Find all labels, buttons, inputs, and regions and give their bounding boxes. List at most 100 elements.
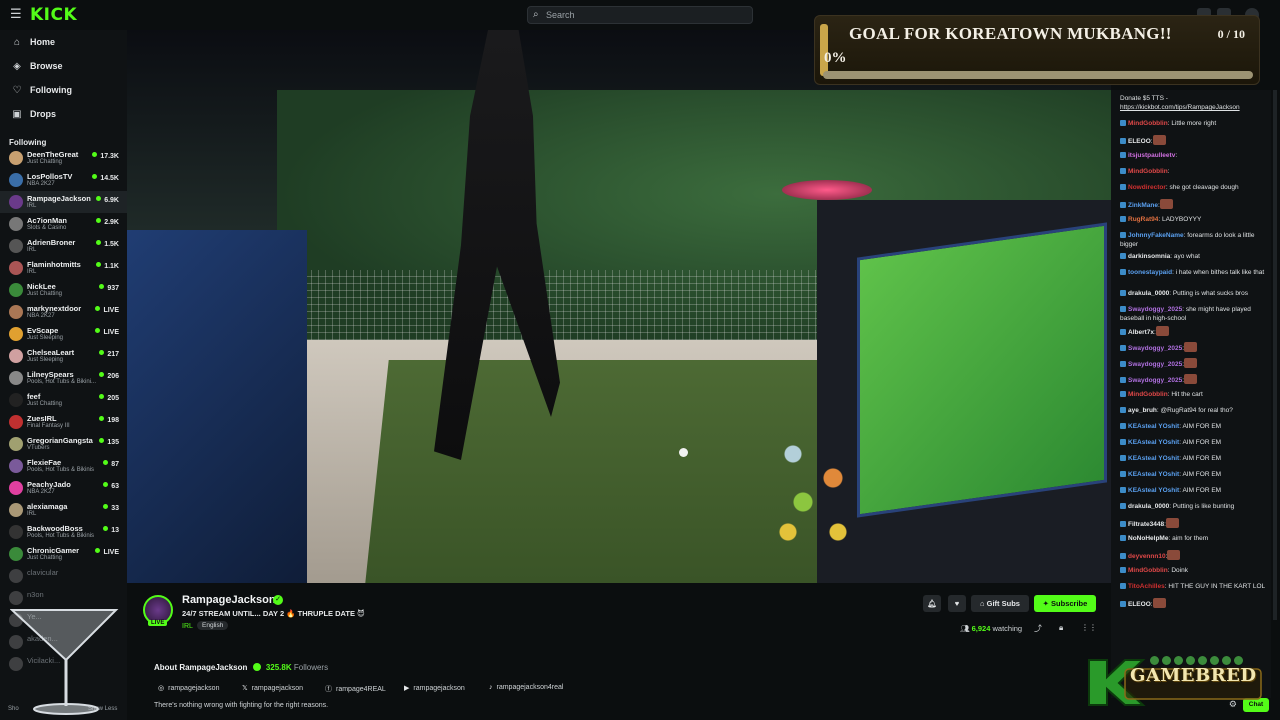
language-tag[interactable]: English: [197, 621, 229, 630]
chat-username[interactable]: TitoAchilles: [1128, 583, 1165, 590]
social-x[interactable]: 𝕏rampagejackson: [242, 684, 303, 692]
sidebar-channel-item[interactable]: markynextdoor NBA 2K27 LIVE: [0, 301, 127, 323]
chat-username[interactable]: deyvennn10: [1128, 553, 1166, 560]
chat-username[interactable]: ELEOO: [1128, 601, 1151, 608]
chat-username[interactable]: Swaydoggy_2025: [1128, 377, 1182, 384]
chat-username[interactable]: Nowdirector: [1128, 184, 1166, 191]
chat-username[interactable]: NoNoHelpMe: [1128, 535, 1168, 542]
chat-username[interactable]: Swaydoggy_2025: [1128, 306, 1182, 313]
channel-name[interactable]: RampageJackson: [182, 594, 276, 606]
about-prefix: About: [154, 663, 180, 672]
sidebar-channel-item[interactable]: AdrienBroner IRL 1.5K: [0, 235, 127, 257]
social-instagram[interactable]: ◎ rampagejackson: [158, 684, 219, 692]
social-tiktok[interactable]: ♪ rampagejackson4real: [489, 684, 563, 691]
chat-username[interactable]: KEAsteal YOshit: [1128, 423, 1179, 430]
chat-username[interactable]: aye_bruh: [1128, 407, 1157, 414]
social-facebook[interactable]: ⓕ rampage4REAL: [325, 684, 386, 694]
channel-viewer-count: 198: [99, 416, 119, 424]
stream-title: 24/7 STREAM UNTIL... DAY 2 🔥 THRUPLE DAT…: [182, 609, 365, 618]
chat-username[interactable]: drakula_0000: [1128, 503, 1169, 510]
sidebar-channel-item[interactable]: clavicular: [0, 565, 127, 587]
chat-username[interactable]: Albert7x: [1128, 329, 1154, 336]
nav-browse[interactable]: ◈ Browse: [12, 58, 62, 74]
chat-username[interactable]: MindGobblin: [1128, 168, 1168, 175]
sidebar-channel-item[interactable]: Flaminhotmitts IRL 1.1K: [0, 257, 127, 279]
nav-home[interactable]: ⌂ Home: [12, 34, 55, 50]
chat-badge-icon: [1120, 455, 1126, 461]
sidebar-channel-item[interactable]: Ac7ionMan Slots & Casino 2.9K: [0, 213, 127, 235]
sidebar-channel-item[interactable]: FlexieFae Pools, Hot Tubs & Bikinis 87: [0, 455, 127, 477]
chat-username[interactable]: ZinkMane: [1128, 202, 1158, 209]
viewer-count: 👥︎ 6,924 watching: [960, 624, 1022, 633]
channel-avatar: [9, 525, 23, 539]
sidebar-channel-item[interactable]: ChelseaLeart Just Sleeping 217: [0, 345, 127, 367]
chat-username[interactable]: Filtrate3448: [1128, 521, 1164, 528]
following-section-title: Following: [9, 138, 47, 147]
chat-badge-icon: [1120, 138, 1126, 144]
chat-emote-icon: [1152, 135, 1166, 145]
search-input[interactable]: ⌕ Search: [527, 6, 753, 24]
chat-scrollbar[interactable]: [1273, 90, 1277, 620]
hamburger-menu-icon[interactable]: ☰: [10, 7, 22, 20]
chat-message: Filtrate3448:: [1120, 518, 1266, 529]
chat-emote-icon: [1159, 199, 1173, 209]
chat-username[interactable]: Swaydoggy_2025: [1128, 345, 1182, 352]
more-options-icon[interactable]: ⋮⋮: [1081, 623, 1097, 632]
sidebar-channel-item[interactable]: EvScape Just Sleeping LIVE: [0, 323, 127, 345]
sidebar-channel-item[interactable]: LilneySpears Pools, Hot Tubs & Bikini... 2…: [0, 367, 127, 389]
notification-bell-button[interactable]: 🔔︎: [923, 595, 941, 612]
sidebar-channel-item[interactable]: LosPollosTV NBA 2K27 14.5K: [0, 169, 127, 191]
sidebar-channel-item[interactable]: DeenTheGreat Just Chatting 17.3K: [0, 147, 127, 169]
channel-category: Just Chatting: [27, 159, 63, 165]
sidebar-channel-item[interactable]: GregorianGangsta VTubers 135: [0, 433, 127, 455]
chat-username[interactable]: toonestaypaid: [1128, 269, 1172, 276]
channel-viewer-count: LIVE: [95, 328, 119, 336]
youtube-icon: ▶: [404, 685, 410, 692]
chat-username[interactable]: Swaydoggy_2025: [1128, 361, 1182, 368]
channel-viewer-count: 2.9K: [96, 218, 119, 226]
sidebar-channel-item[interactable]: ZuesIRL Final Fantasy III 198: [0, 411, 127, 433]
chat-text: : AIM FOR EM: [1179, 439, 1222, 446]
sidebar-channel-item[interactable]: NickLee Just Chatting 937: [0, 279, 127, 301]
video-kiosk-screen: [857, 222, 1107, 518]
sidebar-channel-item[interactable]: BackwoodBoss Pools, Hot Tubs & Bikinis 13: [0, 521, 127, 543]
chat-username[interactable]: MindGobblin: [1128, 120, 1168, 127]
chat-message: ZinkMane:: [1120, 199, 1266, 210]
follow-heart-button[interactable]: ♥: [948, 595, 966, 612]
video-player[interactable]: [127, 30, 1111, 583]
gift-subs-button[interactable]: ⌂ Gift Subs: [971, 595, 1029, 612]
channel-category: NBA 2K27: [27, 181, 55, 187]
chat-username[interactable]: MindGobblin: [1128, 391, 1168, 398]
sidebar-channel-item[interactable]: ChronicGamer Just Chatting LIVE: [0, 543, 127, 565]
chat-username[interactable]: RugRat94: [1128, 216, 1158, 223]
chat-username[interactable]: JohnnyFakeName: [1128, 232, 1184, 239]
chat-username[interactable]: ELEOO: [1128, 138, 1151, 145]
category-link[interactable]: IRL: [182, 623, 193, 630]
sidebar-channel-item[interactable]: PeachyJado NBA 2K27 63: [0, 477, 127, 499]
chat-username[interactable]: MindGobblin: [1128, 567, 1168, 574]
x-icon: 𝕏: [242, 685, 248, 692]
video-golf-ball: [679, 448, 688, 457]
chat-username[interactable]: drakula_0000: [1128, 290, 1169, 297]
nav-following[interactable]: ♡ Following: [12, 82, 72, 98]
chat-username[interactable]: KEAsteal YOshit: [1128, 487, 1179, 494]
chat-username[interactable]: KEAsteal YOshit: [1128, 439, 1179, 446]
sidebar-channel-item[interactable]: RampageJackson IRL 6.9K: [0, 191, 127, 213]
chat-message: drakula_0000: Putting is what sucks bros: [1120, 289, 1266, 298]
nav-drops[interactable]: ▣ Drops: [12, 106, 56, 122]
chat-username[interactable]: KEAsteal YOshit: [1128, 471, 1179, 478]
donate-link[interactable]: https://kickbot.com/tips/RampageJackson: [1120, 103, 1266, 112]
chat-username[interactable]: KEAsteal YOshit: [1128, 455, 1179, 462]
chat-username[interactable]: itsjustpaulleetv: [1128, 152, 1175, 159]
chat-username[interactable]: darkinsomnia: [1128, 253, 1170, 260]
subscribe-button[interactable]: ✦ Subscribe: [1034, 595, 1096, 612]
share-icon[interactable]: ⤴: [1034, 623, 1042, 634]
sidebar-channel-item[interactable]: feef Just Chatting 205: [0, 389, 127, 411]
social-youtube[interactable]: ▶ rampagejackson: [404, 684, 465, 692]
sidebar-channel-item[interactable]: alexiamaga IRL 33: [0, 499, 127, 521]
nav-drops-label: Drops: [30, 109, 57, 119]
lock-icon[interactable]: 🔒︎: [1059, 623, 1063, 633]
martini-glass-overlay: [10, 609, 119, 715]
kick-logo[interactable]: KICK: [30, 5, 77, 25]
channel-avatar: [9, 591, 23, 605]
